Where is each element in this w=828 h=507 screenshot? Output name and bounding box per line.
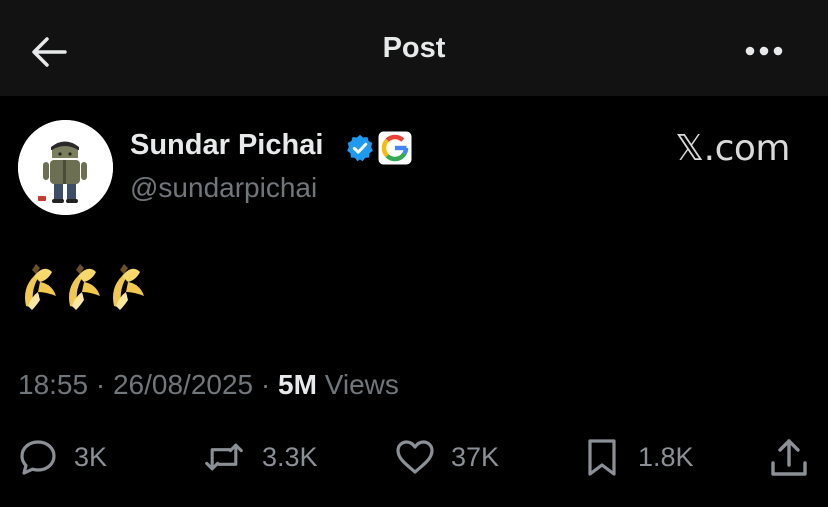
post-meta: 18:55 · 26/08/2025 · 5M Views	[18, 369, 399, 401]
banana-emoji-icon	[25, 264, 56, 310]
banana-emoji-icon	[113, 264, 144, 310]
android-figure-avatar-icon	[18, 120, 113, 215]
more-options-button[interactable]	[742, 36, 786, 66]
author-name[interactable]: Sundar Pichai	[130, 129, 323, 162]
meta-separator: ·	[260, 369, 271, 400]
views-label: Views	[324, 369, 399, 400]
page-title: Post	[382, 32, 446, 64]
repost-icon	[205, 443, 243, 471]
brand-watermark: 𝕏.com	[675, 128, 790, 169]
reply-button[interactable]: 3K	[18, 432, 107, 482]
avatar[interactable]	[18, 120, 113, 215]
share-icon[interactable]	[768, 437, 810, 479]
bookmark-button[interactable]: 1.8K	[582, 432, 694, 482]
like-count: 37K	[451, 441, 500, 472]
views-count: 5M	[278, 369, 317, 400]
reply-icon	[20, 440, 56, 475]
meta-separator: ·	[95, 369, 106, 400]
post-date[interactable]: 26/08/2025	[113, 369, 253, 400]
more-horizontal-icon	[745, 46, 783, 56]
author-handle[interactable]: @sundarpichai	[130, 172, 317, 204]
repost-count: 3.3K	[262, 441, 318, 472]
post-time[interactable]: 18:55	[18, 369, 88, 400]
bookmark-icon	[588, 439, 616, 476]
repost-button[interactable]: 3.3K	[204, 432, 318, 482]
top-bar: Post	[0, 0, 828, 96]
like-icon	[396, 440, 434, 474]
bookmark-count: 1.8K	[638, 441, 694, 472]
action-bar: 3K 3.3K 37K 1.8K	[0, 432, 828, 482]
verified-badge-icon	[347, 134, 373, 162]
post-content	[18, 262, 150, 312]
google-logo-icon	[378, 131, 412, 165]
like-button[interactable]: 37K	[395, 432, 499, 482]
reply-count: 3K	[74, 441, 108, 472]
banana-emoji-icon	[69, 264, 100, 310]
